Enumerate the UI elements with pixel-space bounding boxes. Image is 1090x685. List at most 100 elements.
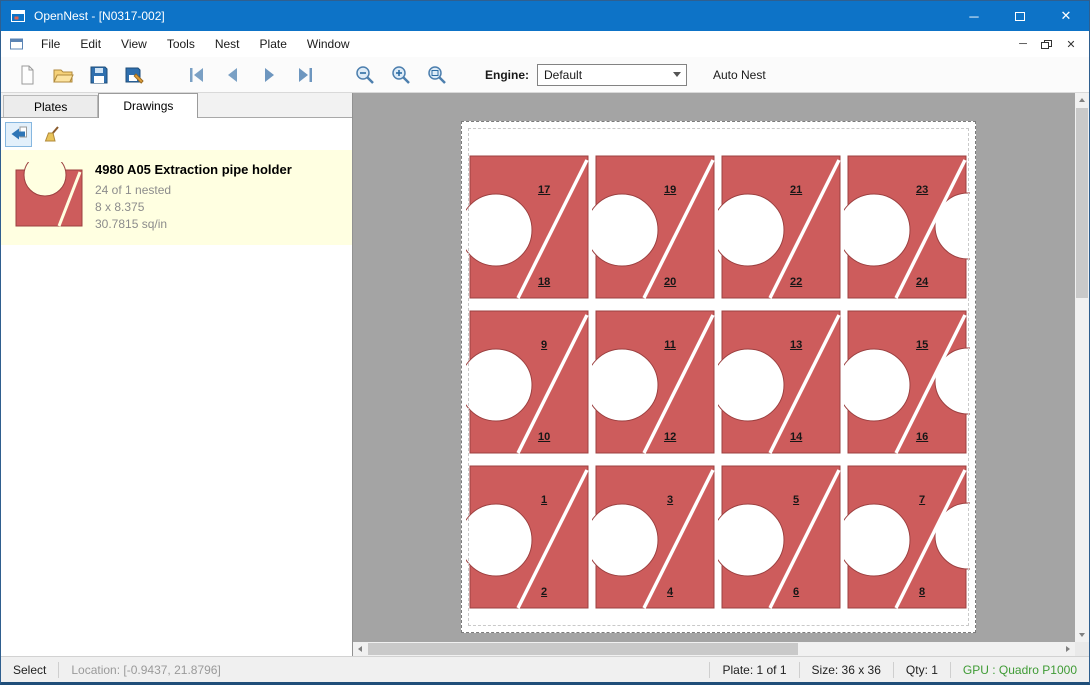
assign-drawing-button[interactable]	[5, 122, 32, 147]
tab-drawings[interactable]: Drawings	[98, 93, 198, 118]
tab-strip: Plates Drawings	[1, 93, 352, 118]
close-button[interactable]: ✕	[1043, 1, 1089, 31]
next-icon	[258, 64, 280, 86]
nested-part-pair[interactable]: 2122	[718, 152, 844, 302]
zoom-out-button[interactable]	[347, 60, 383, 90]
nested-part-pair[interactable]: 910	[466, 307, 592, 457]
file-tool-group	[9, 60, 153, 90]
new-file-button[interactable]	[9, 60, 45, 90]
drawing-info: 4980 A05 Extraction pipe holder 24 of 1 …	[95, 156, 344, 233]
auto-nest-button[interactable]: Auto Nest	[713, 68, 766, 82]
scroll-right-icon	[1066, 646, 1070, 652]
menu-item-tools[interactable]: Tools	[157, 31, 205, 57]
menubar: File Edit View Tools Nest Plate Window ─…	[1, 31, 1089, 57]
next-plate-button[interactable]	[251, 60, 287, 90]
zoom-in-button[interactable]	[383, 60, 419, 90]
nested-part-shape[interactable]	[718, 307, 844, 457]
save-icon	[88, 64, 110, 86]
mdi-window-controls: ─ ✕	[1011, 34, 1089, 54]
nested-part-shape[interactable]	[592, 462, 718, 612]
save-as-button[interactable]	[117, 60, 153, 90]
scroll-right-button[interactable]	[1061, 642, 1075, 656]
tab-plates[interactable]: Plates	[3, 95, 98, 117]
part-shape-thumbnail	[12, 162, 88, 230]
combo-arrow-icon	[673, 72, 681, 77]
part-number: 20	[664, 276, 676, 288]
first-plate-button[interactable]	[179, 60, 215, 90]
drawing-size: 8 x 8.375	[95, 199, 344, 216]
scroll-down-button[interactable]	[1075, 628, 1089, 642]
previous-icon	[222, 64, 244, 86]
zoom-out-icon	[354, 64, 376, 86]
part-number: 24	[916, 276, 928, 288]
nested-part-pair[interactable]: 1516	[844, 307, 970, 457]
clean-drawings-button[interactable]	[37, 122, 64, 147]
nested-part-pair[interactable]: 56	[718, 462, 844, 612]
part-number: 1	[541, 494, 547, 506]
zoom-fit-button[interactable]	[419, 60, 455, 90]
zoom-fit-icon	[426, 64, 448, 86]
scroll-left-button[interactable]	[353, 642, 367, 656]
menu-item-window[interactable]: Window	[297, 31, 360, 57]
part-number: 15	[916, 339, 928, 351]
nested-part-shape[interactable]	[844, 152, 970, 302]
nested-part-shape[interactable]	[466, 152, 592, 302]
engine-select[interactable]: Default	[537, 64, 687, 86]
menu-item-plate[interactable]: Plate	[250, 31, 297, 57]
vertical-scrollbar[interactable]	[1075, 93, 1089, 642]
mdi-close-button[interactable]: ✕	[1059, 34, 1083, 54]
menu-item-edit[interactable]: Edit	[70, 31, 111, 57]
open-file-button[interactable]	[45, 60, 81, 90]
plate[interactable]: 171819202122232491011121314151612345678	[461, 121, 976, 633]
nested-part-shape[interactable]	[718, 462, 844, 612]
scrollbar-corner	[1075, 642, 1089, 656]
nested-part-shape[interactable]	[466, 307, 592, 457]
scroll-up-button[interactable]	[1075, 93, 1089, 107]
last-icon	[294, 64, 316, 86]
mdi-restore-icon	[1041, 39, 1053, 50]
part-number: 13	[790, 339, 802, 351]
part-number: 6	[793, 586, 799, 598]
broom-icon	[41, 124, 61, 144]
maximize-button[interactable]	[997, 1, 1043, 31]
horizontal-scroll-thumb[interactable]	[368, 643, 798, 655]
vertical-scroll-thumb[interactable]	[1076, 108, 1088, 298]
menu-item-nest[interactable]: Nest	[205, 31, 250, 57]
mdi-minimize-button[interactable]: ─	[1011, 34, 1035, 54]
drawings-toolbar	[1, 118, 352, 150]
nested-part-shape[interactable]	[844, 307, 970, 457]
nest-canvas[interactable]: 171819202122232491011121314151612345678	[353, 93, 1089, 656]
maximize-icon	[1015, 12, 1025, 21]
app-window: OpenNest - [N0317-002] ─ ✕ File Edit Vie…	[0, 0, 1090, 685]
nested-part-pair[interactable]: 1314	[718, 307, 844, 457]
engine-value: Default	[544, 68, 582, 82]
nested-part-pair[interactable]: 1112	[592, 307, 718, 457]
minimize-button[interactable]: ─	[951, 1, 997, 31]
drawing-thumbnail	[5, 156, 95, 233]
nested-part-shape[interactable]	[592, 152, 718, 302]
nested-part-pair[interactable]: 78	[844, 462, 970, 612]
last-plate-button[interactable]	[287, 60, 323, 90]
nested-part-pair[interactable]: 12	[466, 462, 592, 612]
status-bar: Select Location: [-0.9437, 21.8796] Plat…	[1, 656, 1089, 682]
nested-part-pair[interactable]: 1920	[592, 152, 718, 302]
new-file-icon	[16, 64, 38, 86]
nested-part-shape[interactable]	[466, 462, 592, 612]
menu-item-view[interactable]: View	[111, 31, 157, 57]
horizontal-scrollbar[interactable]	[353, 642, 1075, 656]
scroll-left-icon	[358, 646, 362, 652]
drawing-list-item[interactable]: 4980 A05 Extraction pipe holder 24 of 1 …	[1, 150, 352, 245]
save-button[interactable]	[81, 60, 117, 90]
nested-part-pair[interactable]: 34	[592, 462, 718, 612]
menu-item-file[interactable]: File	[31, 31, 70, 57]
nested-part-pair[interactable]: 2324	[844, 152, 970, 302]
mdi-restore-button[interactable]	[1035, 34, 1059, 54]
nested-part-shape[interactable]	[718, 152, 844, 302]
previous-plate-button[interactable]	[215, 60, 251, 90]
part-number: 8	[919, 586, 925, 598]
nested-part-pair[interactable]: 1718	[466, 152, 592, 302]
part-number: 16	[916, 431, 928, 443]
nested-part-shape[interactable]	[592, 307, 718, 457]
nested-part-shape[interactable]	[844, 462, 970, 612]
nav-tool-group	[179, 60, 323, 90]
